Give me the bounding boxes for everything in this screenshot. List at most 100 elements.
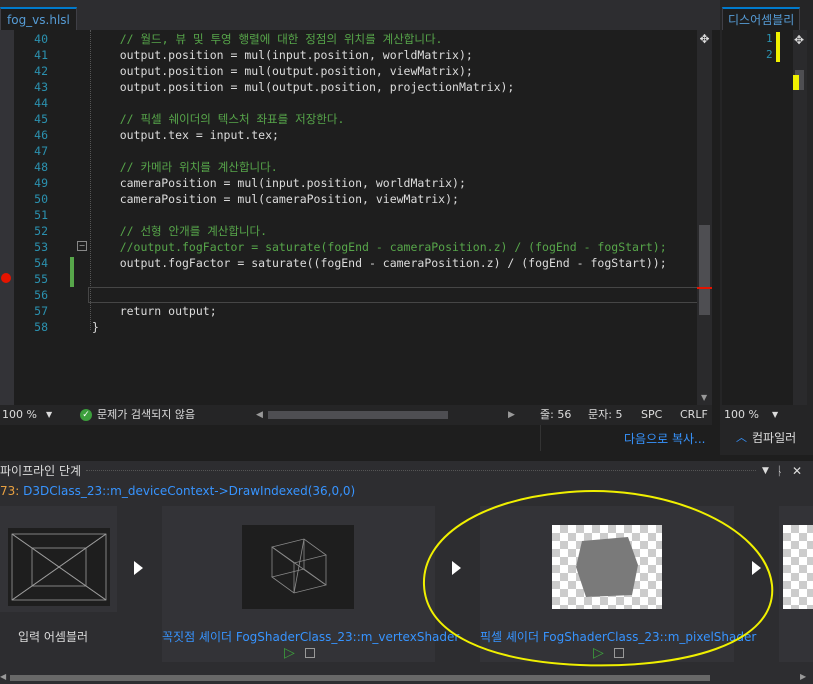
line-number: 41 [34, 48, 48, 62]
tab-fog-vs[interactable]: fog_vs.hlsl [0, 7, 77, 31]
copy-next-link[interactable]: 다음으로 복사... [624, 430, 706, 447]
highlight-ellipse [422, 490, 774, 667]
char-indicator: 문자: 5 [588, 408, 623, 421]
change-marker [70, 257, 74, 287]
tab-fog-vs-label: fog_vs.hlsl [7, 13, 70, 27]
line-number: 40 [34, 32, 48, 46]
split-icon[interactable]: ✥ [698, 33, 711, 46]
draw-call[interactable]: 73: D3DClass_23::m_deviceContext->DrawIn… [0, 484, 355, 498]
pipeline-scroll-thumb[interactable] [10, 675, 710, 681]
code-line[interactable]: // 선형 안개를 계산합니다. [92, 223, 792, 239]
disasm-zoom[interactable]: 100 % [724, 405, 759, 425]
line-number: 53 [34, 240, 48, 254]
disasm-change-marker [776, 32, 780, 62]
cube-wireframe-image [271, 538, 327, 594]
code-line[interactable]: cameraPosition = mul(input.position, wor… [92, 175, 792, 191]
line-number: 57 [34, 304, 48, 318]
code-line[interactable] [92, 287, 792, 303]
disasm-split-icon[interactable]: ✥ [794, 33, 804, 47]
editor-tabstrip [0, 0, 720, 30]
editor-bottom-band: 다음으로 복사... [0, 425, 720, 455]
breakpoint-margin[interactable] [0, 30, 14, 405]
line-number: 49 [34, 176, 48, 190]
disasm-statusbar: 100 % ▼ [722, 405, 812, 425]
tab-disassembly[interactable]: 디스어셈블리 [722, 7, 801, 32]
tab-disassembly-label: 디스어셈블리 [728, 13, 795, 27]
horizontal-scroll-thumb[interactable] [268, 411, 448, 419]
scroll-left-icon[interactable]: ◀ [0, 672, 6, 681]
line-number: 47 [34, 144, 48, 158]
problems-status[interactable]: 문제가 검색되지 않음 [97, 405, 195, 425]
line-number: 56 [34, 288, 48, 302]
line-number: 44 [34, 96, 48, 110]
disasm-line-1: 1 [766, 32, 773, 45]
line-number: 58 [34, 320, 48, 334]
line-number: 42 [34, 64, 48, 78]
scroll-marker [697, 287, 712, 289]
disasm-line-2: 2 [766, 48, 773, 61]
code-line[interactable]: // 월드, 뷰 및 투영 행렬에 대한 정점의 위치를 계산합니다. [92, 31, 792, 47]
line-number: 50 [34, 192, 48, 206]
stage-input-assembler[interactable] [0, 506, 117, 612]
stop-icon[interactable] [305, 648, 315, 658]
code-line[interactable]: // 카메라 위치를 계산합니다. [92, 159, 792, 175]
editor-statusbar: 100 % ▼ ✓ 문제가 검색되지 않음 ◀ ▶ 줄: 56 문자: 5 SP… [0, 405, 712, 425]
crlf-indicator[interactable]: CRLF [680, 405, 708, 425]
line-number: 54 [34, 256, 48, 270]
stage-vertex-shader-label: 꼭짓점 셰이더 FogShaderClass_23::m_vertexShade… [162, 630, 460, 644]
code-line[interactable]: output.position = mul(input.position, wo… [92, 47, 792, 63]
zoom-level[interactable]: 100 % [2, 405, 37, 425]
header-grip [86, 470, 756, 472]
draw-call-index: 73: [0, 484, 20, 498]
code-line[interactable] [92, 143, 792, 159]
scroll-right-icon[interactable]: ▶ [800, 672, 806, 681]
disasm-scroll-marker [793, 75, 799, 90]
code-line[interactable] [92, 271, 792, 287]
play-icon[interactable]: ▷ [284, 645, 295, 661]
pipeline-horizontal-scrollbar[interactable]: ◀ ▶ [0, 672, 813, 684]
disasm-zoom-dropdown-icon[interactable]: ▼ [772, 405, 778, 425]
line-number: 52 [34, 224, 48, 238]
code-line[interactable]: return output; [92, 303, 792, 319]
code-line[interactable] [92, 95, 792, 111]
code-line[interactable]: //output.fogFactor = saturate(fogEnd - c… [92, 239, 792, 255]
wireframe-image [11, 533, 107, 601]
output-thumbnail [783, 525, 813, 609]
spc-indicator[interactable]: SPC [641, 405, 662, 425]
scroll-right-icon[interactable]: ▶ [508, 405, 515, 425]
stage-output-merger[interactable] [779, 506, 813, 662]
line-number: 55 [34, 272, 48, 286]
close-icon[interactable]: ✕ [792, 461, 802, 481]
pin-icon[interactable]: ᚿ [776, 461, 783, 481]
code-line[interactable]: output.position = mul(output.position, v… [92, 63, 792, 79]
breakpoint-icon[interactable] [1, 273, 11, 283]
chevron-up-icon[interactable]: ︿ [736, 429, 747, 445]
line-number: 43 [34, 80, 48, 94]
code-line[interactable]: // 픽셀 쉐이더의 텍스처 좌표를 저장한다. [92, 111, 792, 127]
input-assembler-thumbnail [8, 528, 110, 606]
pipeline-title: 파이프라인 단계 [0, 464, 82, 478]
code-line[interactable]: output.tex = input.tex; [92, 127, 792, 143]
vertex-shader-thumbnail [242, 525, 354, 609]
stage-input-assembler-label: 입력 어셈블러 [18, 630, 89, 644]
code-line[interactable]: } [92, 319, 792, 335]
line-indicator: 줄: 56 [540, 408, 572, 421]
compiler-button[interactable]: 컴파일러 [752, 429, 796, 446]
scroll-down-icon[interactable]: ▼ [701, 393, 707, 402]
check-icon: ✓ [80, 409, 92, 421]
line-number: 51 [34, 208, 48, 222]
dropdown-icon[interactable]: ▼ [762, 461, 769, 481]
line-number: 48 [34, 160, 48, 174]
code-line[interactable]: output.fogFactor = saturate((fogEnd - ca… [92, 255, 792, 271]
code-line[interactable]: cameraPosition = mul(cameraPosition, vie… [92, 191, 792, 207]
collapse-icon[interactable]: − [77, 241, 87, 251]
line-number: 45 [34, 112, 48, 126]
arrow-right-icon [134, 561, 143, 575]
editor-scroll-thumb[interactable] [699, 225, 710, 315]
code-line[interactable]: output.position = mul(output.position, p… [92, 79, 792, 95]
code-line[interactable] [92, 207, 792, 223]
editor-vertical-scrollbar[interactable] [697, 30, 712, 405]
draw-call-text: D3DClass_23::m_deviceContext->DrawIndexe… [23, 484, 356, 498]
zoom-dropdown-icon[interactable]: ▼ [46, 405, 52, 425]
scroll-left-icon[interactable]: ◀ [256, 405, 263, 425]
